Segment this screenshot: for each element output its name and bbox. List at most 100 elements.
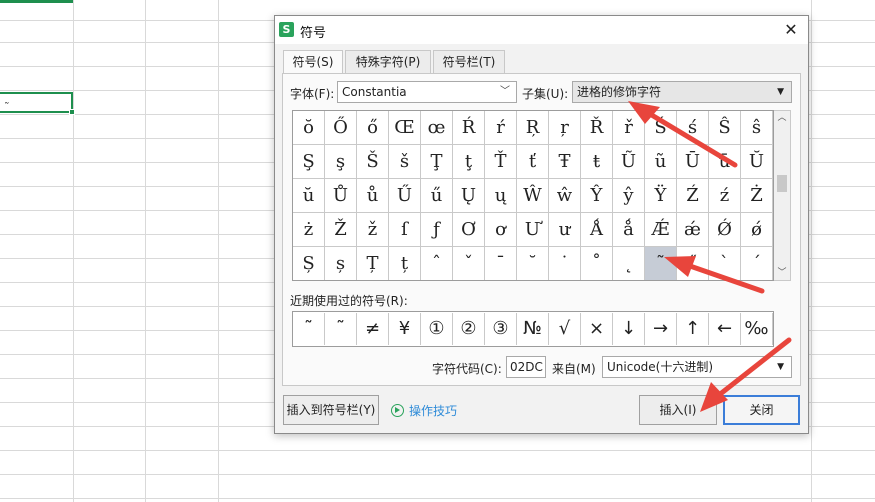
symbol-cell[interactable]: ŵ <box>549 179 581 213</box>
symbol-cell[interactable]: Ţ <box>421 145 453 179</box>
recent-symbol-cell[interactable]: ≠ <box>357 313 389 345</box>
symbol-cell[interactable]: ť <box>517 145 549 179</box>
symbol-cell[interactable]: ˘ <box>517 247 549 280</box>
recent-symbol-cell[interactable]: ① <box>421 313 453 345</box>
symbol-cell[interactable]: Ŵ <box>517 179 549 213</box>
encoding-select[interactable]: Unicode(十六进制) ▼ <box>602 356 792 378</box>
recent-symbol-cell[interactable]: ‰ <box>741 313 773 345</box>
symbol-cell[interactable]: ˛ <box>613 247 645 280</box>
symbol-cell[interactable]: Ś <box>645 111 677 145</box>
recent-symbol-cell[interactable]: ˜ <box>325 313 357 345</box>
recent-symbol-cell[interactable]: № <box>517 313 549 345</box>
recent-symbol-cell[interactable]: ③ <box>485 313 517 345</box>
symbol-cell[interactable]: ŏ <box>293 111 325 145</box>
symbol-cell[interactable]: ˜ <box>645 247 677 280</box>
symbol-cell[interactable]: ś <box>677 111 709 145</box>
insert-to-symbol-bar-button[interactable]: 插入到符号栏(Y) <box>283 395 379 425</box>
active-cell[interactable] <box>0 92 75 115</box>
symbol-cell[interactable]: Ǻ <box>581 213 613 247</box>
symbol-cell[interactable]: Ź <box>677 179 709 213</box>
symbol-cell[interactable]: ż <box>293 213 325 247</box>
symbol-cell[interactable]: Ž <box>325 213 357 247</box>
close-button[interactable]: 关闭 <box>723 395 800 425</box>
symbol-cell[interactable]: ŝ <box>741 111 773 145</box>
symbol-cell[interactable]: Œ <box>389 111 421 145</box>
symbol-cell[interactable]: ț <box>389 247 421 280</box>
symbol-cell[interactable]: ˇ <box>453 247 485 280</box>
symbol-cell[interactable]: ơ <box>485 213 517 247</box>
symbol-cell[interactable]: ů <box>357 179 389 213</box>
dialog-titlebar[interactable]: S 符号 ✕ <box>275 16 808 44</box>
scrollbar-thumb[interactable] <box>777 175 787 192</box>
symbol-cell[interactable]: ˊ <box>741 247 773 280</box>
symbol-grid[interactable]: ŏŐőŒœŔŕŖŗŘřŚśŜŝ ŞşŠšŢţŤťŦŧŨũŪūŬŭŮůŰűŲųŴŵŶ… <box>292 110 774 281</box>
symbol-cell[interactable]: Ŭ <box>741 145 773 179</box>
symbol-cell[interactable]: Ř <box>581 111 613 145</box>
subset-select[interactable]: 进格的修饰字符 ▼ <box>572 81 792 103</box>
symbol-cell[interactable]: ź <box>709 179 741 213</box>
symbol-cell[interactable]: ƒ <box>421 213 453 247</box>
symbol-cell[interactable]: ǽ <box>677 213 709 247</box>
symbol-cell[interactable]: ų <box>485 179 517 213</box>
symbol-cell[interactable]: Ŗ <box>517 111 549 145</box>
symbol-cell[interactable]: Ů <box>325 179 357 213</box>
symbol-cell[interactable]: Ș <box>293 247 325 280</box>
symbol-cell[interactable]: ž <box>357 213 389 247</box>
symbol-cell[interactable]: ű <box>421 179 453 213</box>
symbol-cell[interactable]: ſ <box>389 213 421 247</box>
symbol-cell[interactable]: ŕ <box>485 111 517 145</box>
symbol-cell[interactable]: ˉ <box>485 247 517 280</box>
symbol-cell[interactable]: ˆ <box>421 247 453 280</box>
symbol-cell[interactable]: ˙ <box>549 247 581 280</box>
recent-symbol-cell[interactable]: ¥ <box>389 313 421 345</box>
symbol-cell[interactable]: œ <box>421 111 453 145</box>
symbol-grid-scrollbar[interactable]: ︿ ﹀ <box>774 110 791 281</box>
tab-symbol-bar[interactable]: 符号栏(T) <box>433 50 505 74</box>
symbol-cell[interactable]: š <box>389 145 421 179</box>
symbol-cell[interactable]: ţ <box>453 145 485 179</box>
fill-handle[interactable] <box>69 109 75 115</box>
symbol-cell[interactable]: ŷ <box>613 179 645 213</box>
symbol-cell[interactable]: ř <box>613 111 645 145</box>
symbol-cell[interactable]: Ť <box>485 145 517 179</box>
close-icon[interactable]: ✕ <box>780 19 802 41</box>
symbol-cell[interactable]: Ų <box>453 179 485 213</box>
recent-symbol-cell[interactable]: ↑ <box>677 313 709 345</box>
insert-button[interactable]: 插入(I) <box>639 395 717 425</box>
symbol-cell[interactable]: ŗ <box>549 111 581 145</box>
symbol-cell[interactable]: Ű <box>389 179 421 213</box>
symbol-cell[interactable]: ǻ <box>613 213 645 247</box>
symbol-cell[interactable]: ˝ <box>677 247 709 280</box>
symbol-cell[interactable]: Ț <box>357 247 389 280</box>
symbol-cell[interactable]: ő <box>357 111 389 145</box>
symbol-cell[interactable]: Ũ <box>613 145 645 179</box>
symbol-cell[interactable]: Ŝ <box>709 111 741 145</box>
symbol-cell[interactable]: ư <box>549 213 581 247</box>
symbol-cell[interactable]: Ǿ <box>709 213 741 247</box>
tab-special-characters[interactable]: 特殊字符(P) <box>345 50 431 74</box>
symbol-cell[interactable]: ˋ <box>709 247 741 280</box>
recent-symbol-cell[interactable]: ↓ <box>613 313 645 345</box>
symbol-cell[interactable]: ũ <box>645 145 677 179</box>
scroll-up-icon[interactable]: ︿ <box>774 111 790 125</box>
recent-symbol-cell[interactable]: → <box>645 313 677 345</box>
symbol-cell[interactable]: Ŧ <box>549 145 581 179</box>
font-select[interactable]: Constantia ﹀ <box>337 81 517 103</box>
char-code-input[interactable]: 02DC <box>506 356 546 378</box>
symbol-cell[interactable]: ˚ <box>581 247 613 280</box>
recent-symbol-cell[interactable]: × <box>581 313 613 345</box>
symbol-cell[interactable]: ū <box>709 145 741 179</box>
symbol-cell[interactable]: ǿ <box>741 213 773 247</box>
symbol-cell[interactable]: Ǽ <box>645 213 677 247</box>
symbol-cell[interactable]: Ơ <box>453 213 485 247</box>
symbol-cell[interactable]: ŭ <box>293 179 325 213</box>
symbol-cell[interactable]: Ÿ <box>645 179 677 213</box>
symbol-cell[interactable]: Ư <box>517 213 549 247</box>
symbol-cell[interactable]: ş <box>325 145 357 179</box>
symbol-cell[interactable]: Ū <box>677 145 709 179</box>
tab-symbols[interactable]: 符号(S) <box>283 50 343 75</box>
recent-symbol-cell[interactable]: ˜ <box>293 313 325 345</box>
recent-symbol-cell[interactable]: ② <box>453 313 485 345</box>
symbol-cell[interactable]: Ŷ <box>581 179 613 213</box>
recent-symbol-cell[interactable]: √ <box>549 313 581 345</box>
